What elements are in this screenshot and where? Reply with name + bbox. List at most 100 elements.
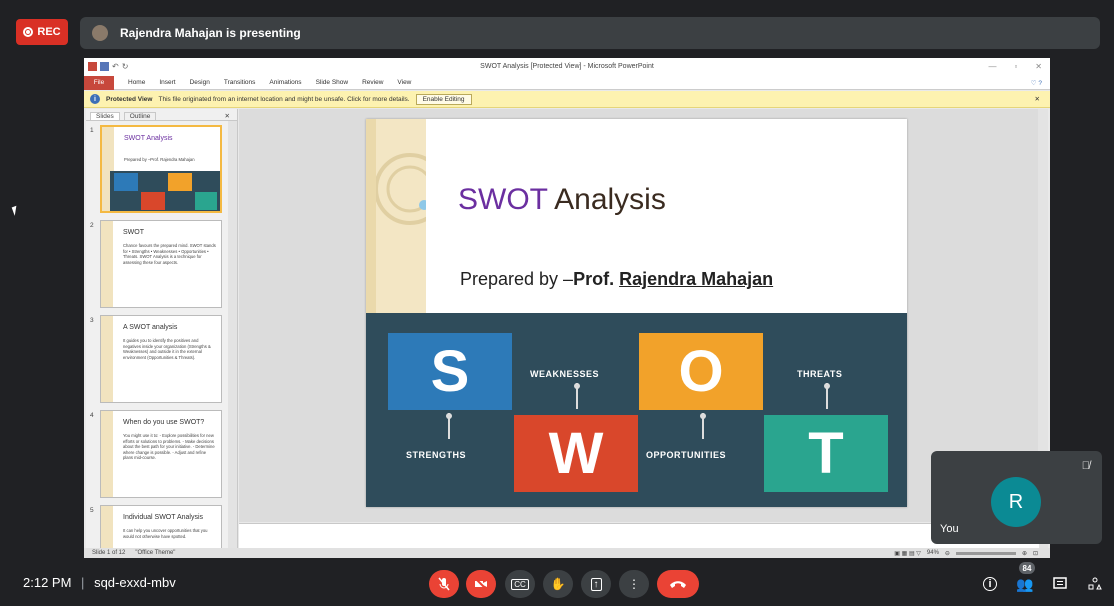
tab-review[interactable]: Review (362, 79, 383, 86)
meeting-time: 2:12 PM (23, 575, 72, 590)
swot-tile-s: S (388, 333, 512, 410)
view-buttons-icon[interactable]: ▣ ▦ ▤ ▽ (894, 550, 921, 557)
meeting-details-button[interactable]: i (978, 572, 1002, 596)
slide-thumbnail-3[interactable]: A SWOT analysis It guides you to identif… (100, 315, 222, 403)
slides-pane: Slides Outline ✕ 1 SWOT Analysis Prepare… (86, 109, 238, 549)
thumb-text: Prepared by –Prof. Rajendra Mahajan (124, 157, 195, 162)
tab-slides[interactable]: Slides (90, 112, 120, 120)
pin-threats (824, 383, 830, 409)
help-icon[interactable]: ♡ ? (1031, 79, 1042, 87)
pin-opportunities (700, 413, 706, 439)
thumb-title: When do you use SWOT? (123, 419, 205, 426)
zoom-in-icon[interactable]: ⊕ (1022, 550, 1027, 557)
thumb-title: A SWOT analysis (123, 324, 178, 331)
slide-thumbnail-5[interactable]: Individual SWOT Analysis It can help you… (100, 505, 222, 549)
people-button[interactable]: 👥 (1013, 572, 1037, 596)
close-bar-icon[interactable]: ✕ (1035, 95, 1040, 103)
zoom-slider[interactable] (955, 551, 1016, 555)
tab-slide-show[interactable]: Slide Show (316, 79, 349, 86)
chat-button[interactable] (1048, 572, 1072, 596)
thumb-decoration (101, 316, 113, 402)
mic-off-icon (438, 577, 450, 591)
slide-title-swot: SWOT (458, 183, 548, 216)
status-slide-count: Slide 1 of 12 (92, 550, 126, 556)
pin-weaknesses (574, 383, 580, 409)
pin-strengths (446, 413, 452, 439)
current-slide: SWOT Analysis Prepared by –Prof. Rajendr… (366, 119, 907, 507)
swot-tile-w: W (514, 415, 638, 492)
slide-thumbnail-1[interactable]: SWOT Analysis Prepared by –Prof. Rajendr… (100, 125, 222, 213)
more-vert-icon: ⋮ (628, 577, 640, 591)
leave-call-button[interactable] (657, 570, 699, 598)
mic-toggle-button[interactable] (429, 570, 459, 598)
tab-home[interactable]: Home (128, 79, 145, 86)
tab-insert[interactable]: Insert (159, 79, 175, 86)
captions-icon: CC (511, 578, 529, 590)
tab-view[interactable]: View (397, 79, 411, 86)
presenting-banner: Rajendra Mahajan is presenting (80, 17, 1100, 49)
people-icon: 👥 (1016, 575, 1034, 592)
powerpoint-window: ↶ ↻ SWOT Analysis [Protected View] - Mic… (84, 58, 1050, 558)
thumb-decoration (101, 506, 113, 548)
mic-off-indicator-icon: 🎙̸ (1081, 460, 1090, 472)
present-button[interactable]: ↑ (581, 570, 611, 598)
protected-message[interactable]: This file originated from an internet lo… (158, 96, 409, 103)
thumb-number: 4 (90, 412, 94, 419)
slide-decoration (366, 119, 446, 313)
close-pane-icon[interactable]: ✕ (220, 112, 235, 120)
thumb-title: Individual SWOT Analysis (123, 514, 204, 521)
thumb-title: SWOT Analysis (124, 135, 173, 142)
slide-thumbnail-4[interactable]: When do you use SWOT? You might use it t… (100, 410, 222, 498)
close-window-icon[interactable]: ✕ (1035, 62, 1042, 71)
self-video-tile[interactable]: 🎙̸ R You (931, 451, 1102, 544)
zoom-out-icon[interactable]: ⊖ (945, 550, 950, 557)
tab-design[interactable]: Design (190, 79, 210, 86)
thumb-number: 5 (90, 507, 94, 514)
meeting-info: 2:12 PM | sqd-exxd-mbv (23, 575, 176, 590)
tab-transitions[interactable]: Transitions (224, 79, 256, 86)
prepared-by: Prepared by – (460, 269, 574, 289)
tab-file[interactable]: File (84, 75, 114, 90)
tab-animations[interactable]: Animations (269, 79, 301, 86)
slide-subtitle: Prepared by –Prof. Rajendra Mahajan (460, 269, 773, 290)
mouse-cursor-icon (11, 205, 22, 216)
fit-window-icon[interactable]: ⊡ (1033, 550, 1038, 557)
pane-scrollbar[interactable] (228, 121, 237, 549)
presenting-text: Rajendra Mahajan is presenting (120, 26, 301, 40)
label-opportunities: OPPORTUNITIES (646, 450, 727, 460)
label-strengths: STRENGTHS (406, 450, 467, 460)
circle-pattern-icon (366, 119, 446, 313)
status-theme: "Office Theme" (135, 550, 176, 556)
minimize-icon[interactable]: — (988, 62, 996, 71)
camera-toggle-button[interactable] (466, 570, 496, 598)
label-threats: THREATS (797, 369, 843, 379)
zoom-level: 94% (926, 550, 939, 556)
enable-editing-button[interactable]: Enable Editing (415, 93, 472, 105)
tab-outline[interactable]: Outline (123, 112, 157, 120)
swot-tile-t: T (764, 415, 888, 492)
slide-thumbnail-2[interactable]: SWOT Chance favours the prepared mind. S… (100, 220, 222, 308)
slide-title-rest: Analysis (547, 183, 666, 216)
activities-button[interactable] (1083, 572, 1107, 596)
info-icon: i (983, 577, 997, 591)
protected-label: Protected View (106, 95, 153, 103)
notes-area[interactable] (239, 523, 1039, 548)
more-options-button[interactable]: ⋮ (619, 570, 649, 598)
info-shield-icon: i (90, 94, 100, 104)
self-label: You (940, 523, 959, 535)
self-avatar: R (991, 477, 1041, 527)
rec-label: REC (37, 26, 61, 38)
pane-tabs: Slides Outline ✕ (86, 109, 237, 121)
captions-button[interactable]: CC (505, 570, 535, 598)
raise-hand-button[interactable]: ✋ (543, 570, 573, 598)
thumb-number: 3 (90, 317, 94, 324)
slide-title: SWOT Analysis (458, 183, 666, 217)
thumb-swot-graphic (110, 171, 220, 211)
ribbon-tabs: File Home Insert Design Transitions Anim… (84, 75, 1050, 90)
label-weaknesses: WEAKNESSES (530, 369, 600, 379)
thumb-decoration (101, 411, 113, 497)
maximize-icon[interactable]: ▫ (1014, 62, 1017, 71)
view-controls: ▣ ▦ ▤ ▽ 94% ⊖ ⊕ ⊡ (894, 550, 1038, 557)
present-icon: ↑ (590, 577, 602, 591)
presenter-avatar (92, 25, 108, 41)
